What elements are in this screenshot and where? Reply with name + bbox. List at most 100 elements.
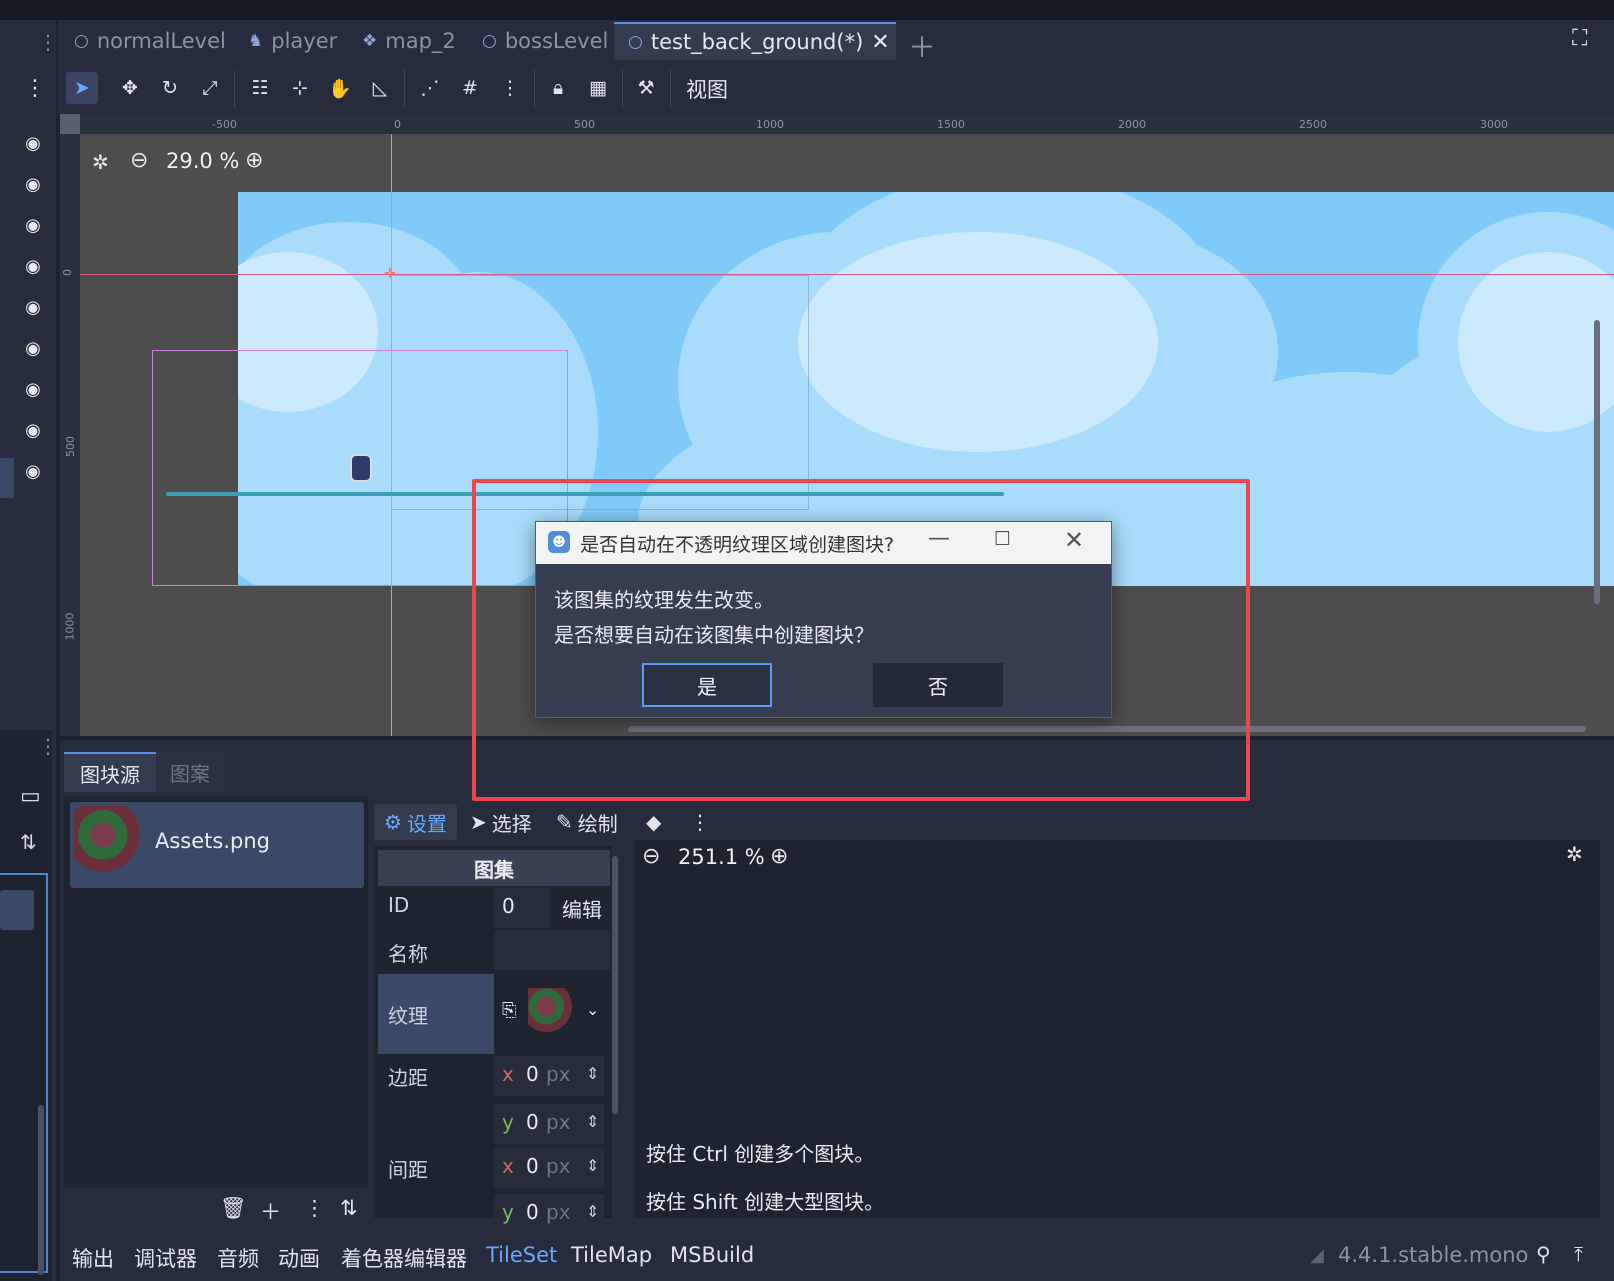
selected-file-row[interactable]	[0, 890, 34, 930]
spinner-icon[interactable]: ⇕	[586, 1156, 599, 1175]
x-axis-guide	[80, 274, 1614, 275]
move-mode-icon[interactable]: ✥	[114, 72, 146, 104]
close-tab-icon[interactable]: ✕	[871, 30, 889, 55]
visibility-eye-icon[interactable]: ◉	[22, 132, 44, 154]
notification-icon[interactable]: ◢	[1310, 1245, 1324, 1266]
dock-menu-icon[interactable]: ⋮	[38, 30, 58, 54]
tab-test-back-ground[interactable]: ○ test_back_ground(*) ✕	[614, 22, 896, 60]
visibility-eye-icon[interactable]: ◉	[22, 296, 44, 318]
visibility-eye-icon[interactable]: ◉	[22, 419, 44, 441]
bone-icon[interactable]: ⚒	[630, 72, 662, 104]
name-field[interactable]	[494, 930, 610, 970]
tab-map-2[interactable]: ❖ map_2	[362, 22, 456, 60]
texture-label: 纹理	[388, 1004, 428, 1028]
inspector-scrollbar[interactable]	[612, 856, 618, 1114]
minimize-icon[interactable]: —	[928, 526, 950, 551]
maximize-icon[interactable]: ☐	[994, 528, 1011, 550]
sort-icon[interactable]: ⇅	[340, 1196, 358, 1220]
pan-mode-icon[interactable]: ✋	[324, 72, 356, 104]
scale-mode-icon[interactable]: ⤢	[194, 72, 226, 104]
visibility-eye-icon[interactable]: ◉	[22, 173, 44, 195]
separation-y-value: 0	[526, 1200, 539, 1224]
vertical-scrollbar[interactable]	[38, 1105, 44, 1275]
tab-audio[interactable]: 音频	[217, 1243, 259, 1273]
zoom-in-icon[interactable]: ⊕	[770, 844, 788, 869]
chevron-down-icon[interactable]: ⌄	[586, 1000, 599, 1019]
ruler-label: 1500	[937, 118, 965, 131]
grid-snap-icon[interactable]: #	[454, 72, 486, 104]
visibility-eye-icon[interactable]: ◉	[22, 214, 44, 236]
tab-tile-sources[interactable]: 图块源	[64, 752, 156, 792]
expand-panel-icon[interactable]: ⤒	[1574, 1242, 1583, 1266]
y-axis-guide	[391, 134, 392, 736]
visibility-eye-icon[interactable]: ◉	[22, 460, 44, 482]
smart-snap-icon[interactable]: ⋰	[414, 72, 446, 104]
zoom-out-icon[interactable]: ⊖	[642, 844, 660, 869]
rotate-mode-icon[interactable]: ↻	[154, 72, 186, 104]
spinner-icon[interactable]: ⇕	[586, 1202, 599, 1221]
tab-animation[interactable]: 动画	[278, 1243, 320, 1273]
select-mode-icon[interactable]: ➤	[66, 72, 98, 104]
zoom-reset-icon[interactable]: ✲	[1566, 842, 1583, 866]
ruler-label: 1000	[756, 118, 784, 131]
list-select-icon[interactable]: ☷	[244, 72, 276, 104]
tab-shader-editor[interactable]: 着色器编辑器	[341, 1243, 467, 1273]
tab-msbuild[interactable]: MSBuild	[670, 1243, 754, 1267]
spinner-icon[interactable]: ⇕	[586, 1112, 599, 1131]
texture-resource-icon[interactable]: ⎘	[502, 1000, 516, 1021]
ruler-mode-icon[interactable]: ◺	[364, 72, 396, 104]
edit-id-button[interactable]: 编辑	[562, 894, 602, 923]
no-button[interactable]: 否	[873, 663, 1003, 707]
atlas-zoom-level[interactable]: 251.1 %	[678, 845, 765, 869]
texture-thumbnail[interactable]	[528, 988, 574, 1034]
cloud-highlight	[798, 232, 1158, 452]
zoom-reset-icon[interactable]: ✲	[92, 150, 109, 174]
visibility-eye-icon[interactable]: ◉	[22, 255, 44, 277]
character-icon: ♞	[248, 31, 264, 51]
player-sprite[interactable]	[350, 454, 372, 482]
tab-output[interactable]: 输出	[72, 1243, 114, 1273]
tab-tileset[interactable]: TileSet	[486, 1243, 557, 1267]
spinner-icon[interactable]: ⇕	[586, 1064, 599, 1083]
tab-paint[interactable]: ✎ 绘制	[556, 804, 618, 840]
tab-normal-level[interactable]: ○ normalLevel	[74, 22, 226, 60]
tab-patterns[interactable]: 图案	[156, 752, 224, 792]
source-menu-icon[interactable]: ⋮	[304, 1196, 325, 1220]
view-menu[interactable]: 视图	[686, 74, 728, 104]
tab-setup[interactable]: ⚙ 设置	[374, 804, 457, 840]
unit-label: px	[546, 1200, 571, 1224]
sort-icon[interactable]: ⇅	[20, 830, 37, 854]
pivot-icon[interactable]: ⊹	[284, 72, 316, 104]
godot-app-icon: ☻	[548, 531, 570, 553]
tab-debugger[interactable]: 调试器	[134, 1243, 197, 1273]
close-icon[interactable]: ✕	[1064, 526, 1084, 554]
tileset-menu-icon[interactable]: ⋮	[690, 804, 710, 840]
add-source-icon[interactable]: ＋	[260, 1196, 281, 1226]
dialog-message-line-1: 该图集的纹理发生改变。	[554, 588, 774, 612]
snap-options-icon[interactable]: ⋮	[494, 72, 526, 104]
tab-tilemap[interactable]: TileMap	[571, 1243, 652, 1267]
visibility-eye-icon[interactable]: ◉	[22, 337, 44, 359]
eraser-icon[interactable]: ◆	[646, 804, 661, 840]
window-toggle-icon[interactable]: ▭	[20, 784, 41, 809]
ruler-label: 1000	[63, 612, 77, 641]
tab-player[interactable]: ♞ player	[248, 22, 337, 60]
vertical-scrollbar[interactable]	[1594, 320, 1600, 604]
ruler-top	[80, 114, 1614, 134]
dock-menu-icon[interactable]: ⋮	[38, 734, 58, 758]
zoom-out-icon[interactable]: ⊖	[130, 148, 148, 173]
group-icon[interactable]: ▦	[582, 72, 614, 104]
selected-node-row[interactable]	[0, 458, 14, 498]
hint-ctrl: 按住 Ctrl 创建多个图块。	[646, 1142, 875, 1166]
pin-icon[interactable]: ⚲	[1536, 1242, 1551, 1266]
fullscreen-icon[interactable]: ⛶	[1572, 26, 1587, 51]
visibility-eye-icon[interactable]: ◉	[22, 378, 44, 400]
tab-boss-level[interactable]: ○ bossLevel	[482, 22, 608, 60]
yes-button[interactable]: 是	[642, 663, 772, 707]
dock-options-icon[interactable]: ⋮	[24, 76, 46, 101]
zoom-level[interactable]: 29.0 %	[166, 149, 239, 173]
tab-select[interactable]: ➤ 选择	[470, 804, 532, 840]
zoom-in-icon[interactable]: ⊕	[245, 148, 263, 173]
delete-source-icon[interactable]: 🗑︎	[220, 1196, 247, 1221]
lock-icon[interactable]: 🔒︎	[542, 72, 574, 104]
